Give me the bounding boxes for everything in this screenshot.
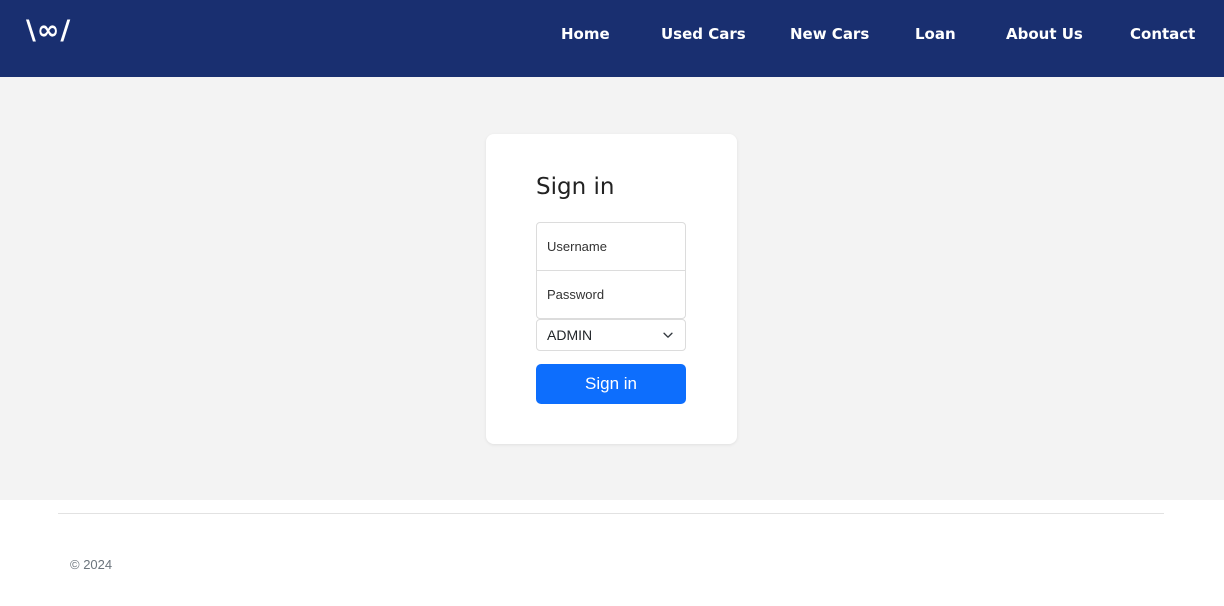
nav-link-new-cars[interactable]: New Cars (790, 24, 869, 44)
role-select-value: ADMIN (547, 327, 593, 343)
copyright-text: © 2024 (70, 557, 113, 572)
footer-divider (58, 513, 1164, 514)
username-input[interactable] (536, 222, 686, 271)
chevron-down-icon (663, 332, 673, 338)
sign-in-title: Sign in (536, 174, 615, 200)
nav-link-home[interactable]: Home (561, 24, 610, 44)
top-navbar: \∞/ Home Used Cars New Cars Loan About U… (0, 0, 1224, 77)
sign-in-button[interactable]: Sign in (536, 364, 686, 404)
main-content: Sign in ADMIN Sign in (0, 77, 1224, 500)
nav-link-contact[interactable]: Contact (1130, 24, 1195, 44)
nav-link-loan[interactable]: Loan (915, 24, 956, 44)
role-select[interactable]: ADMIN (536, 319, 686, 351)
sign-in-card: Sign in ADMIN Sign in (486, 134, 737, 444)
brand-logo[interactable]: \∞/ (26, 14, 71, 48)
nav-link-used-cars[interactable]: Used Cars (661, 24, 746, 44)
nav-link-about-us[interactable]: About Us (1006, 24, 1083, 44)
password-input[interactable] (536, 270, 686, 319)
